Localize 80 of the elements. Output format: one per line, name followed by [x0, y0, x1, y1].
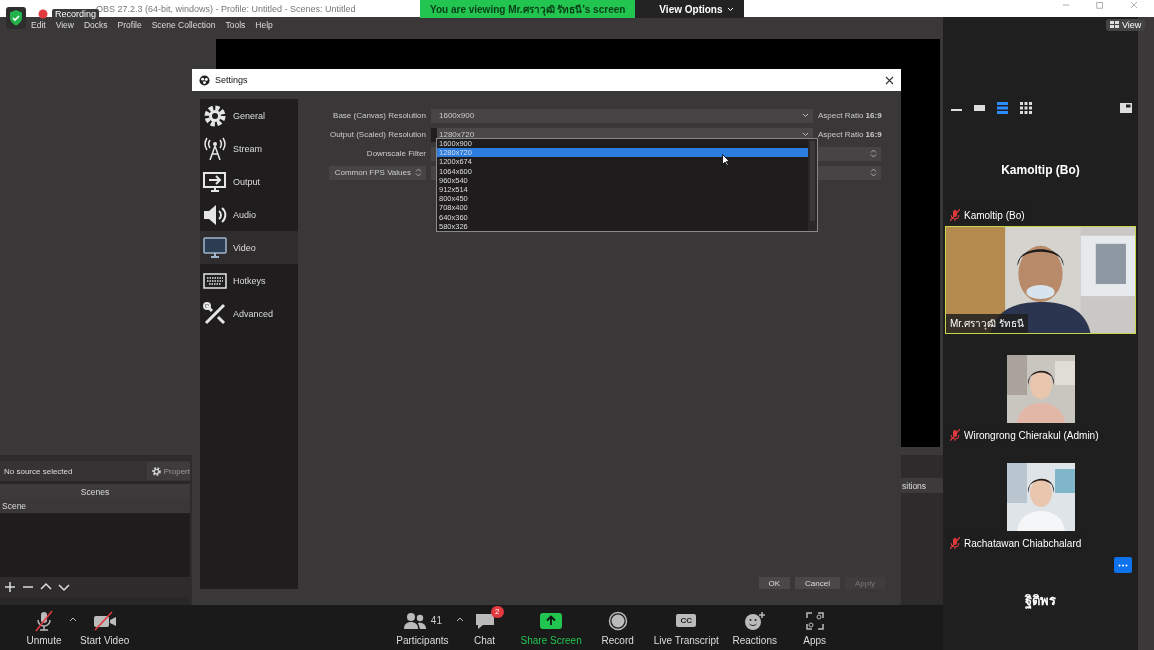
- menu-item[interactable]: Help: [255, 19, 273, 30]
- spinner-icon: [415, 168, 422, 177]
- scene-item[interactable]: Scene: [0, 499, 190, 513]
- aspect-ratio-label: Aspect Ratio 16:9: [818, 111, 882, 120]
- sharing-banner: You are viewing Mr.ศราวุฒิ รัทธนี's screen: [420, 0, 636, 18]
- fps-type-select[interactable]: Common FPS Values: [328, 165, 426, 180]
- speaker-icon: [203, 203, 227, 226]
- sidebar-item[interactable]: Advanced: [200, 297, 298, 330]
- grid-view-icon[interactable]: [1020, 102, 1032, 114]
- popout-icon[interactable]: [1120, 103, 1132, 113]
- share-screen-icon: [540, 612, 563, 629]
- sidebar-item[interactable]: General: [200, 99, 298, 132]
- name-tag: Mr.ศราวุฒิ รัทธนี: [946, 314, 1028, 333]
- add-icon[interactable]: [4, 581, 16, 593]
- tools-icon: [203, 301, 227, 326]
- recording-label: Recording: [52, 9, 100, 19]
- strip-view-icon[interactable]: [974, 103, 985, 113]
- camera-button[interactable]: Start Video: [74, 609, 136, 646]
- gear-icon: [150, 465, 162, 477]
- dialog-title: Settings: [215, 75, 248, 85]
- menu-item[interactable]: Profile: [117, 19, 142, 30]
- smiley-plus-icon: [743, 610, 766, 631]
- dock-header: sitions: [900, 478, 943, 493]
- sidebar-item[interactable]: Video: [200, 231, 298, 264]
- close-icon[interactable]: [885, 75, 894, 85]
- spinner-icon: [870, 149, 877, 158]
- grid-icon: [1110, 21, 1119, 29]
- cc-button[interactable]: CC Live Transcript: [647, 609, 725, 646]
- resolution-combo[interactable]: 1600x900: [431, 108, 813, 123]
- caret-icon: [726, 6, 734, 12]
- participant-count: 41: [430, 615, 442, 626]
- chevron-down-icon: [802, 113, 809, 118]
- record-icon: [607, 610, 628, 631]
- mouse-cursor-icon: [722, 154, 730, 166]
- monitor-arrow-icon: [203, 170, 227, 193]
- view-options-button[interactable]: View Options: [635, 0, 744, 18]
- participants-button[interactable]: 41 Participants: [390, 609, 455, 646]
- record-button[interactable]: Record: [587, 609, 648, 646]
- properties-button[interactable]: Propert: [146, 462, 190, 480]
- participant-name: ฐิติพร: [1025, 592, 1056, 611]
- menu-item[interactable]: Scene Collection: [151, 19, 216, 30]
- dialog-button[interactable]: Cancel: [795, 577, 840, 589]
- sidebar-item[interactable]: Stream: [200, 132, 298, 165]
- record-dot-icon: [38, 9, 48, 19]
- aspect-ratio-label: Aspect Ratio 16:9: [818, 130, 882, 139]
- sidebar-item[interactable]: Output: [200, 165, 298, 198]
- field-label: Base (Canvas) Resolution: [332, 111, 426, 120]
- apps-button[interactable]: Apps: [784, 609, 845, 646]
- list-view-icon[interactable]: [997, 102, 1008, 114]
- participant-name: Kamoltip (Bo): [1001, 163, 1080, 177]
- keyboard-icon: [203, 272, 227, 289]
- sidebar-item[interactable]: Hotkeys: [200, 264, 298, 297]
- move-down-icon[interactable]: [58, 581, 70, 593]
- chevron-down-icon: [802, 132, 809, 137]
- mic-button[interactable]: Unmute: [14, 609, 74, 646]
- apps-icon: [805, 611, 824, 630]
- field-label: Downscale Filter: [365, 149, 426, 158]
- antenna-icon: [203, 136, 227, 161]
- dialog-button[interactable]: OK: [758, 577, 791, 589]
- more-icon: [1118, 563, 1128, 567]
- spinner-icon: [870, 168, 877, 177]
- caret-icon: [456, 615, 464, 622]
- monitor-icon: [203, 236, 227, 259]
- menu-item[interactable]: Edit: [31, 19, 46, 30]
- menu-item[interactable]: Tools: [225, 19, 246, 30]
- reactions-button[interactable]: Reactions: [724, 609, 785, 646]
- dock-header: Scenes: [0, 484, 190, 499]
- sidebar-item[interactable]: Audio: [200, 198, 298, 231]
- app-logo-icon: [199, 74, 210, 86]
- menu-item[interactable]: Docks: [83, 19, 108, 30]
- unread-badge: 2: [491, 605, 504, 618]
- source-status: No source selected: [3, 466, 73, 476]
- gear-icon: [203, 103, 227, 128]
- share-button[interactable]: Share Screen: [514, 609, 588, 646]
- caret-icon: [69, 615, 77, 622]
- people-icon: [402, 611, 427, 630]
- view-button[interactable]: View: [1106, 19, 1146, 31]
- captions-icon: CC: [676, 614, 696, 627]
- menu-item[interactable]: View: [55, 19, 74, 30]
- field-label: Output (Scaled) Resolution: [328, 130, 426, 139]
